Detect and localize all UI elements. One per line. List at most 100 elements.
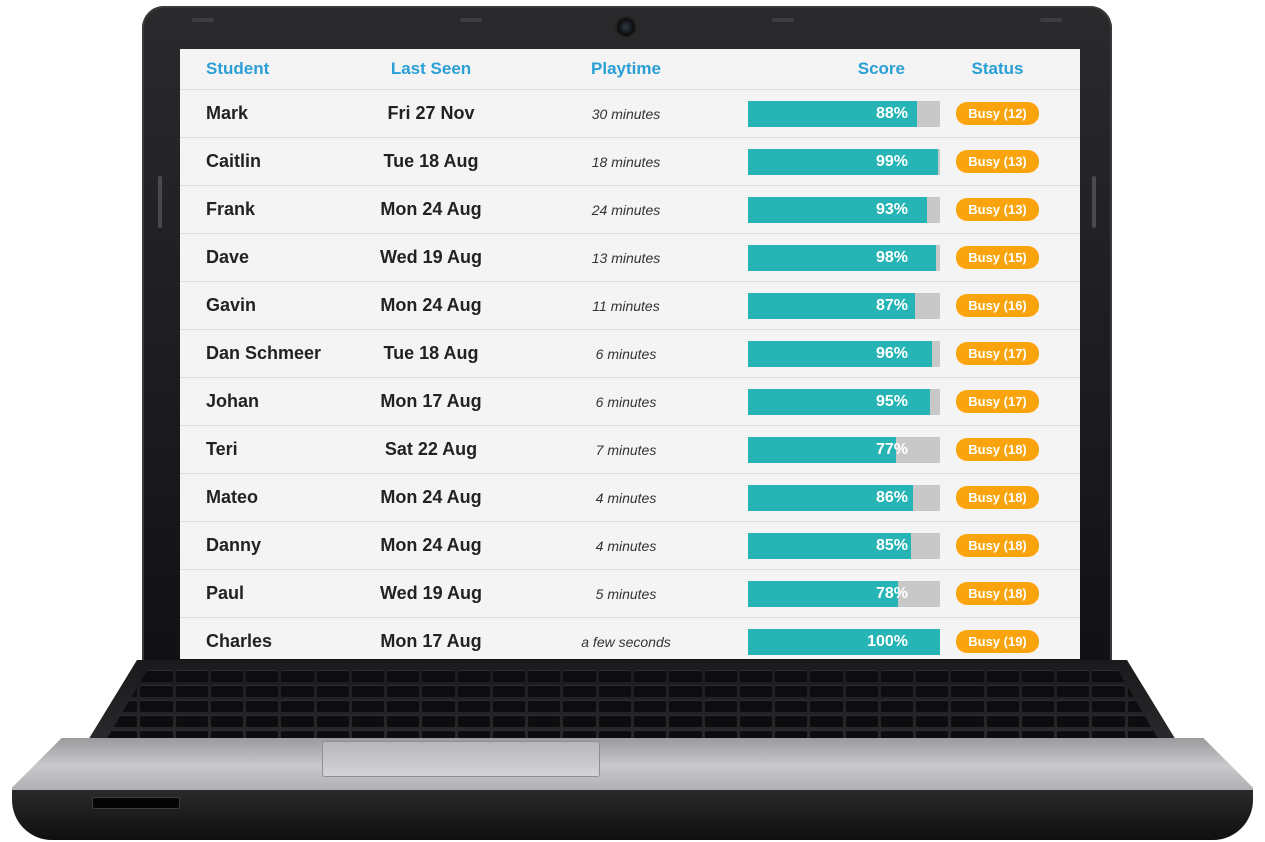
table-row[interactable]: Mark Fri 27 Nov 30 minutes 88% Busy (12) (180, 89, 1080, 138)
score-cell: 99% (748, 137, 940, 186)
keyboard-key (528, 715, 561, 727)
column-header-score[interactable]: Score (755, 49, 915, 90)
keyboard-key (316, 715, 349, 727)
status-badge[interactable]: Busy (12) (956, 102, 1039, 125)
keyboard-key (387, 670, 420, 682)
keyboard-key (598, 685, 631, 697)
score-label: 88% (875, 104, 908, 122)
keyboard-key (1057, 700, 1090, 712)
last-seen-date: Wed 19 Aug (365, 569, 497, 618)
keyboard-key (457, 670, 490, 682)
keyboard-key (563, 670, 596, 682)
bezel-detail (192, 18, 214, 22)
table-row[interactable]: Mateo Mon 24 Aug 4 minutes 86% Busy (18) (180, 473, 1080, 522)
score-cell: 85% (748, 521, 940, 570)
student-name: Danny (180, 521, 365, 570)
column-header-last-seen[interactable]: Last Seen (365, 49, 497, 90)
keyboard-key (633, 715, 667, 727)
keyboard-key (563, 700, 596, 712)
keyboard-key (246, 685, 279, 697)
last-seen-date: Mon 24 Aug (365, 473, 497, 522)
column-header-student[interactable]: Student (180, 49, 365, 90)
keyboard-key (457, 715, 490, 727)
last-seen-date: Mon 24 Aug (365, 521, 497, 570)
table-row[interactable]: Johan Mon 17 Aug 6 minutes 95% Busy (17) (180, 377, 1080, 426)
playtime-value: 4 minutes (497, 473, 755, 522)
keyboard-key (633, 670, 667, 682)
status-badge[interactable]: Busy (18) (956, 438, 1039, 461)
keyboard-key (281, 685, 314, 697)
table-row[interactable]: Paul Wed 19 Aug 5 minutes 78% Busy (18) (180, 569, 1080, 618)
keyboard-key (739, 700, 773, 712)
score-label: 93% (875, 200, 908, 218)
status-badge[interactable]: Busy (17) (956, 390, 1039, 413)
status-badge[interactable]: Busy (16) (956, 294, 1039, 317)
keyboard-key (810, 685, 843, 697)
keyboard-key (986, 685, 1019, 697)
keyboard-key (951, 670, 984, 682)
keyboard-key (845, 715, 878, 727)
keyboard-key (775, 670, 808, 682)
table-row[interactable]: Gavin Mon 24 Aug 11 minutes 87% Busy (16) (180, 281, 1080, 330)
laptop-photo: Student Last Seen Playtime Score Status … (0, 0, 1265, 842)
keyboard-key (775, 715, 808, 727)
score-label: 95% (875, 392, 908, 410)
keyboard-key (422, 700, 455, 712)
table-row[interactable]: Dan Schmeer Tue 18 Aug 6 minutes 96% Busy (1… (180, 329, 1080, 378)
status-badge[interactable]: Busy (18) (956, 534, 1039, 557)
score-bar: 77% (748, 436, 940, 463)
keyboard-key (492, 700, 526, 712)
keyboard-key (810, 715, 843, 727)
keyboard-key (739, 715, 773, 727)
keyboard-key (422, 670, 455, 682)
keyboard-key (210, 670, 244, 682)
score-label: 85% (875, 536, 908, 554)
keyboard-key (210, 685, 244, 697)
score-cell: 100% (748, 617, 940, 659)
score-label: 96% (875, 344, 908, 362)
student-name: Teri (180, 425, 365, 474)
status-badge[interactable]: Busy (17) (956, 342, 1039, 365)
keyboard-key (880, 715, 914, 727)
status-badge[interactable]: Busy (19) (956, 630, 1039, 653)
bezel-detail (1092, 176, 1096, 228)
table-row[interactable]: Danny Mon 24 Aug 4 minutes 85% Busy (18) (180, 521, 1080, 570)
score-cell: 93% (748, 185, 940, 234)
last-seen-date: Sat 22 Aug (365, 425, 497, 474)
keyboard-key (669, 715, 702, 727)
keyboard-key (175, 700, 208, 712)
status-badge[interactable]: Busy (15) (956, 246, 1039, 269)
status-badge[interactable]: Busy (13) (956, 198, 1039, 221)
keyboard-key (598, 715, 631, 727)
keyboard-key (351, 715, 385, 727)
keyboard-key (669, 700, 702, 712)
table-row[interactable]: Dave Wed 19 Aug 13 minutes 98% Busy (15) (180, 233, 1080, 282)
keyboard (105, 670, 1160, 742)
score-label: 86% (875, 488, 908, 506)
student-name: Johan (180, 377, 365, 426)
column-header-status[interactable]: Status (915, 49, 1080, 90)
keyboard-key (563, 715, 596, 727)
table-row[interactable]: Charles Mon 17 Aug a few seconds 100% Busy (… (180, 617, 1080, 659)
keyboard-key (880, 670, 914, 682)
last-seen-date: Mon 24 Aug (365, 281, 497, 330)
score-label: 87% (875, 296, 908, 314)
table-row[interactable]: Caitlin Tue 18 Aug 18 minutes 99% Busy (13) (180, 137, 1080, 186)
playtime-value: 13 minutes (497, 233, 755, 282)
laptop-base (12, 790, 1253, 840)
bezel-detail (460, 18, 482, 22)
keyboard-key (422, 715, 455, 727)
status-badge[interactable]: Busy (18) (956, 582, 1039, 605)
keyboard-key (1057, 715, 1090, 727)
column-header-playtime[interactable]: Playtime (497, 49, 755, 90)
keyboard-key (916, 685, 949, 697)
table-row[interactable]: Teri Sat 22 Aug 7 minutes 77% Busy (18) (180, 425, 1080, 474)
status-badge[interactable]: Busy (18) (956, 486, 1039, 509)
keyboard-key (351, 685, 385, 697)
table-row[interactable]: Frank Mon 24 Aug 24 minutes 93% Busy (13) (180, 185, 1080, 234)
keyboard-key (492, 670, 526, 682)
keyboard-key (1057, 685, 1090, 697)
keyboard-key (845, 670, 878, 682)
score-label: 100% (867, 632, 908, 650)
status-badge[interactable]: Busy (13) (956, 150, 1039, 173)
